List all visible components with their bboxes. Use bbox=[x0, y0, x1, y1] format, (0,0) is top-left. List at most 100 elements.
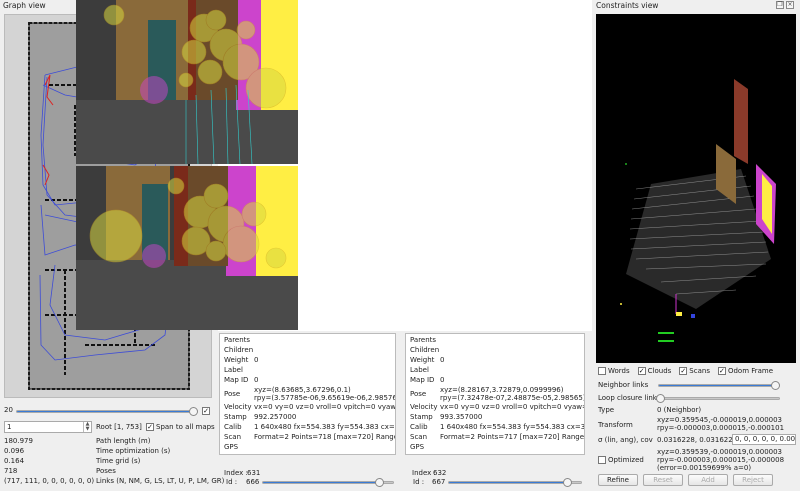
refine-button[interactable]: Refine bbox=[598, 474, 638, 486]
option-words-checkbox[interactable]: Words bbox=[598, 367, 630, 377]
left-id-label: Id : bbox=[226, 478, 238, 486]
info-label: Stamp bbox=[410, 413, 433, 421]
stat-value: (717, 111, 0, 0, 0, 0, 0, 0) bbox=[4, 477, 95, 485]
left-node-slider[interactable] bbox=[262, 478, 394, 487]
graph-view-title: Graph view bbox=[3, 1, 46, 10]
optimized-rpy: rpy=-0.000003,0.000015,-0.000008 bbox=[657, 456, 785, 464]
info-value: xyz=(8.28167,3.72879,0.0999996) bbox=[440, 386, 564, 394]
neighbor-links-label: Neighbor links bbox=[598, 381, 649, 389]
loop-closure-links-slider[interactable] bbox=[656, 394, 780, 403]
loop-closure-links-label: Loop closure links bbox=[598, 394, 661, 402]
info-label: Map ID bbox=[410, 376, 435, 384]
info-value: 1 640x480 fx=554.383 fy=554.383 cx=320.5 bbox=[254, 423, 395, 431]
optimized-xyz: xyz=0.359539,-0.000019,0.000003 bbox=[657, 448, 783, 456]
info-label: Calib bbox=[224, 423, 242, 431]
stat-label: Time optimization (s) bbox=[96, 447, 171, 455]
stat-label: Path length (m) bbox=[96, 437, 151, 445]
info-value: 992.257000 bbox=[254, 413, 297, 421]
info-label: Stamp bbox=[224, 413, 247, 421]
checkbox-icon[interactable]: ✓ bbox=[146, 423, 154, 431]
option-odom-frame-checkbox[interactable]: ✓ Odom Frame bbox=[717, 367, 774, 377]
point-cloud bbox=[620, 79, 776, 342]
reset-button[interactable]: Reset bbox=[643, 474, 683, 486]
covariance-field[interactable]: 0, 0, 0, 0, 0, 0.001] bbox=[732, 434, 796, 445]
option-label: Words bbox=[608, 367, 630, 375]
root-spinbox[interactable]: 1 ▲ ▼ bbox=[4, 421, 92, 433]
info-label: Parents bbox=[410, 336, 437, 344]
stat-value: 718 bbox=[4, 467, 18, 475]
info-value: 0 bbox=[440, 376, 445, 384]
graph-slider-checkbox[interactable]: ✓ bbox=[202, 407, 210, 415]
point-cloud-3d-view[interactable] bbox=[596, 14, 796, 363]
left-scene bbox=[76, 0, 298, 164]
add-button[interactable]: Add bbox=[688, 474, 728, 486]
left-node-info: Parents Children Weight 0 Label Map ID 0 Pose xy… bbox=[219, 333, 396, 455]
view-options: Words ✓ Clouds ✓ Scans ✓ Odom Frame bbox=[598, 367, 798, 377]
close-icon[interactable]: × bbox=[786, 1, 794, 9]
info-label: GPS bbox=[410, 443, 425, 451]
info-label: Parents bbox=[224, 336, 251, 344]
slider-handle[interactable] bbox=[656, 394, 665, 403]
stat-value: 0.164 bbox=[4, 457, 25, 465]
right-camera-image bbox=[76, 166, 298, 330]
slider-handle[interactable] bbox=[375, 478, 385, 487]
info-label: Scan bbox=[224, 433, 242, 441]
constraints-view-title: Constraints view bbox=[596, 1, 659, 10]
info-value: xyz=(8.63685,3.67296,0.1) bbox=[254, 386, 351, 394]
info-label: Velocity bbox=[224, 403, 252, 411]
left-index-value: 631 bbox=[247, 469, 261, 477]
span-label: Span to all maps bbox=[156, 423, 215, 431]
option-label: Scans bbox=[689, 367, 710, 375]
info-label: Velocity bbox=[410, 403, 438, 411]
info-label: Map ID bbox=[224, 376, 249, 384]
info-value: 1 640x480 fx=554.383 fy=554.383 cx=320.5 bbox=[440, 423, 585, 431]
graph-slider[interactable] bbox=[16, 407, 198, 416]
root-label: Root [1, 753] bbox=[96, 423, 142, 431]
neighbor-links-slider[interactable] bbox=[658, 381, 780, 390]
checkbox-icon[interactable] bbox=[598, 456, 606, 464]
info-label: Weight bbox=[410, 356, 435, 364]
optimized-checkbox[interactable]: Optimized bbox=[598, 456, 644, 464]
float-icon[interactable]: ❐ bbox=[776, 1, 784, 9]
info-label: Children bbox=[410, 346, 440, 354]
constraints-dock-buttons: ❐ × bbox=[776, 1, 794, 9]
info-label: Children bbox=[224, 346, 254, 354]
slider-handle[interactable] bbox=[189, 407, 198, 416]
type-value: 0 (Neighbor) bbox=[657, 406, 702, 414]
info-label: Scan bbox=[410, 433, 428, 441]
info-value: vx=0 vy=0 vz=0 vroll=0 vpitch=0 vyaw=0 bbox=[440, 403, 585, 411]
option-scans-checkbox[interactable]: ✓ Scans bbox=[679, 367, 710, 377]
root-spin-value: 1 bbox=[7, 423, 12, 431]
transform-xyz: xyz=0.359545,-0.000019,0.000003 bbox=[657, 416, 783, 424]
option-label: Odom Frame bbox=[727, 367, 774, 375]
checkbox-icon[interactable] bbox=[598, 367, 606, 375]
right-node-slider[interactable] bbox=[448, 478, 582, 487]
info-label: Pose bbox=[224, 390, 241, 398]
sigma-label: σ (lin, ang), cov bbox=[598, 436, 653, 444]
right-node-info: Parents Children Weight 0 Label Map ID 0 Pose xy… bbox=[405, 333, 585, 455]
right-id-label: Id : bbox=[413, 478, 425, 486]
checkbox-icon[interactable]: ✓ bbox=[717, 367, 726, 375]
stat-label: Time grid (s) bbox=[96, 457, 141, 465]
info-label: GPS bbox=[224, 443, 239, 451]
type-label: Type bbox=[598, 406, 615, 414]
transform-label: Transform bbox=[598, 421, 633, 429]
sigma-value: 0.0316228, 0.0316228 bbox=[657, 436, 738, 444]
checkbox-icon[interactable]: ✓ bbox=[679, 367, 688, 375]
info-label: Label bbox=[410, 366, 429, 374]
right-id-value: 667 bbox=[432, 478, 446, 486]
optimized-label: Optimized bbox=[608, 456, 644, 464]
spin-arrows-icon[interactable]: ▲ ▼ bbox=[83, 422, 91, 432]
option-clouds-checkbox[interactable]: ✓ Clouds bbox=[637, 367, 671, 377]
slider-handle[interactable] bbox=[771, 381, 780, 390]
info-value: Format=2 Points=718 [max=720] Range=[0.1 bbox=[254, 433, 396, 441]
optimized-error: (error=0.00159699% a=0) bbox=[657, 464, 752, 472]
right-index-value: 632 bbox=[433, 469, 447, 477]
reject-button[interactable]: Reject bbox=[733, 474, 773, 486]
info-label: Calib bbox=[410, 423, 428, 431]
left-index-label: Index : bbox=[224, 469, 248, 477]
span-all-maps-checkbox[interactable]: ✓ Span to all maps bbox=[146, 423, 215, 431]
slider-handle[interactable] bbox=[562, 478, 572, 487]
checkbox-icon[interactable]: ✓ bbox=[637, 367, 646, 375]
stat-value: 0.096 bbox=[4, 447, 25, 455]
